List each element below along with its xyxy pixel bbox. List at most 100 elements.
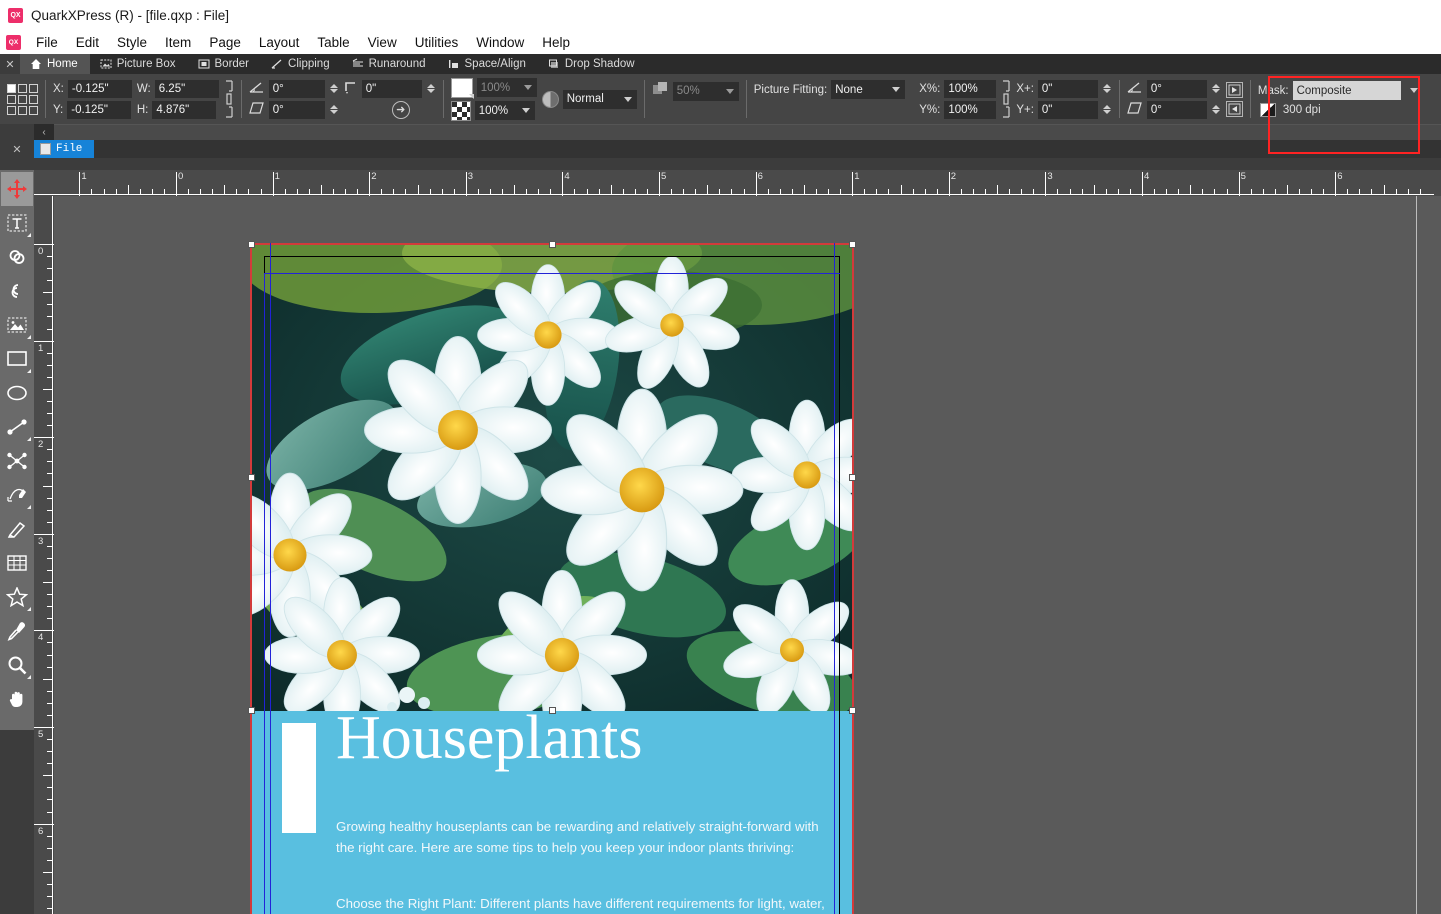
tool-pan[interactable] <box>1 682 33 716</box>
tool-link-text[interactable] <box>1 240 33 274</box>
tool-text-content[interactable] <box>1 206 33 240</box>
corner-radius-input[interactable] <box>361 79 422 98</box>
angle-stepper[interactable] <box>329 80 339 98</box>
tab-border[interactable]: Border <box>188 54 262 74</box>
menu-item-layout[interactable]: Layout <box>250 33 309 52</box>
tool-bezier-pen[interactable] <box>1 478 33 512</box>
corner-radius-stepper[interactable] <box>426 80 436 98</box>
tool-flyout-arrow[interactable] <box>27 675 31 679</box>
chevron-down-icon[interactable] <box>887 87 905 92</box>
menu-item-window[interactable]: Window <box>467 33 533 52</box>
tool-composition-zones[interactable] <box>1 444 33 478</box>
tool-palette-close-icon[interactable]: ✕ <box>0 140 34 158</box>
tab-home[interactable]: Home <box>20 54 90 74</box>
blend-checker-icon[interactable] <box>450 100 471 121</box>
tool-rectangle-box[interactable] <box>1 342 33 376</box>
anchor-top-left[interactable] <box>7 83 16 93</box>
chevron-down-icon[interactable] <box>619 96 637 102</box>
x-offset-input[interactable] <box>1037 79 1098 98</box>
anchor-mid-center[interactable] <box>18 94 27 104</box>
tab-picture-box[interactable]: Picture Box <box>90 54 188 74</box>
selection-handle-ne[interactable] <box>849 241 856 248</box>
tool-freehand-drawing[interactable] <box>1 512 33 546</box>
mask-combo[interactable]: Composite <box>1292 81 1401 100</box>
menu-item-style[interactable]: Style <box>108 33 156 52</box>
menu-item-edit[interactable]: Edit <box>67 33 108 52</box>
anchor-bottom-center[interactable] <box>18 105 27 115</box>
flip-arrow-icon[interactable]: ➜ <box>391 100 410 119</box>
tool-picture-content[interactable] <box>1 308 33 342</box>
tool-eyedropper[interactable] <box>1 614 33 648</box>
selection-handle-sw[interactable] <box>248 707 255 714</box>
anchor-bottom-left[interactable] <box>7 105 16 115</box>
chevron-down-icon[interactable] <box>519 85 537 90</box>
collapse-arrow-icon[interactable]: ‹ <box>34 124 54 140</box>
tool-zoom[interactable] <box>1 648 33 682</box>
vertical-ruler[interactable]: 0 1 2 3 4 5 6 <box>34 196 54 914</box>
lock-aspect-ratio-icon[interactable] <box>224 79 234 119</box>
blend-mode-combo[interactable]: Normal <box>562 89 637 109</box>
picture-angle-input[interactable] <box>1146 79 1207 98</box>
flip-horizontal-icon[interactable] <box>1225 81 1243 98</box>
tool-oval-box[interactable] <box>1 376 33 410</box>
tool-item[interactable] <box>1 172 33 206</box>
tool-starburst[interactable] <box>1 580 33 614</box>
menu-item-item[interactable]: Item <box>156 33 200 52</box>
tool-flyout-arrow[interactable] <box>27 607 31 611</box>
document-tab-file[interactable]: File <box>34 140 95 158</box>
y-offset-input[interactable] <box>1037 100 1098 119</box>
anchor-point-selector[interactable] <box>7 83 38 115</box>
x-offset-stepper[interactable] <box>1102 80 1112 98</box>
tool-flyout-arrow[interactable] <box>27 335 31 339</box>
picture-fitting-combo[interactable]: None <box>831 80 906 99</box>
blend-shade-combo[interactable]: 100% <box>474 101 535 120</box>
y-scale-input[interactable] <box>944 100 997 119</box>
anchor-bottom-right[interactable] <box>29 105 38 115</box>
menu-item-view[interactable]: View <box>359 33 406 52</box>
tab-space-align[interactable]: Space/Align <box>438 54 538 74</box>
width-input[interactable] <box>154 79 219 98</box>
tab-runaround[interactable]: Runaround <box>342 54 438 74</box>
x-scale-input[interactable] <box>944 79 997 98</box>
tool-line[interactable] <box>1 410 33 444</box>
selection-handle-e[interactable] <box>849 474 856 481</box>
flip-vertical-icon[interactable] <box>1225 100 1243 117</box>
picture-angle-stepper[interactable] <box>1211 80 1221 98</box>
selection-handle-se[interactable] <box>849 707 856 714</box>
horizontal-ruler[interactable]: 1 0 1 2 3 4 5 6 1 2 3 4 5 6 <box>34 170 1441 196</box>
document-menu-icon[interactable] <box>6 34 21 50</box>
x-input[interactable] <box>67 79 132 98</box>
anchor-top-center[interactable] <box>18 83 27 93</box>
selection-handle-s[interactable] <box>549 707 556 714</box>
secondary-blend-icon[interactable] <box>652 81 669 101</box>
selection-handle-n[interactable] <box>549 241 556 248</box>
tool-tables[interactable] <box>1 546 33 580</box>
box-shade-combo[interactable]: 100% <box>476 78 537 97</box>
skew-stepper[interactable] <box>329 101 339 119</box>
anchor-mid-right[interactable] <box>29 94 38 104</box>
tab-drop-shadow[interactable]: Drop Shadow <box>538 54 647 74</box>
chevron-down-icon[interactable] <box>1405 88 1423 93</box>
page-area[interactable]: Houseplants Growing healthy houseplants … <box>248 241 856 914</box>
selection-handle-w[interactable] <box>248 474 255 481</box>
tool-flyout-arrow[interactable] <box>27 233 31 237</box>
document-canvas[interactable]: Houseplants Growing healthy houseplants … <box>54 196 1441 914</box>
picture-skew-input[interactable] <box>1146 100 1207 119</box>
tool-unlink-text[interactable] <box>1 274 33 308</box>
picture-skew-stepper[interactable] <box>1211 101 1221 119</box>
chevron-down-icon[interactable] <box>517 108 535 113</box>
anchor-mid-left[interactable] <box>7 94 16 104</box>
y-input[interactable] <box>67 100 132 119</box>
y-offset-stepper[interactable] <box>1102 101 1112 119</box>
skew-input[interactable] <box>268 100 325 119</box>
anchor-top-right[interactable] <box>29 83 38 93</box>
tool-flyout-arrow[interactable] <box>27 369 31 373</box>
chevron-down-icon[interactable] <box>721 88 739 94</box>
menu-item-utilities[interactable]: Utilities <box>406 33 468 52</box>
secondary-shade-combo[interactable]: 50% <box>672 81 739 101</box>
menu-item-table[interactable]: Table <box>308 33 358 52</box>
box-color-swatch[interactable] <box>450 77 474 99</box>
tool-flyout-arrow[interactable] <box>27 505 31 509</box>
menu-item-page[interactable]: Page <box>200 33 250 52</box>
lock-scale-icon[interactable] <box>1001 79 1011 119</box>
